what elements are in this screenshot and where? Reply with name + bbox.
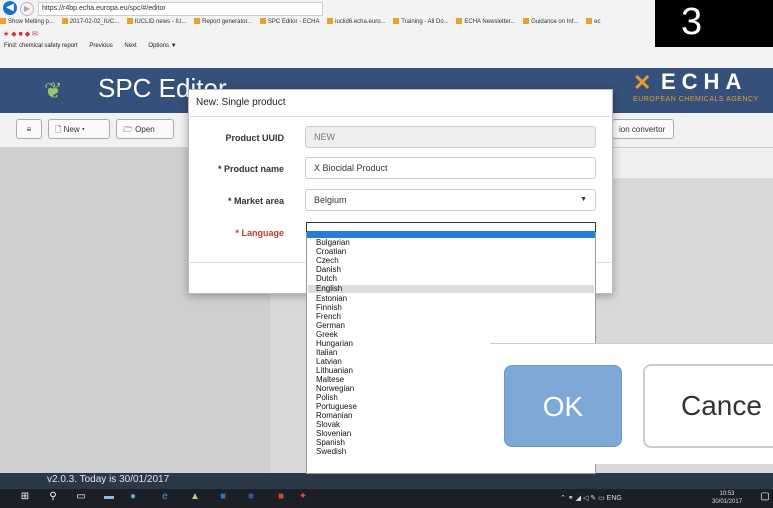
language-option[interactable]: Czech [308, 257, 594, 265]
language-option[interactable]: German [308, 322, 594, 330]
system-tray[interactable]: ⌃ ⚭ ◢ ◁ ✎ ▭ ENG [560, 489, 622, 508]
language-label: * Language [235, 228, 284, 238]
language-indicator[interactable]: ENG [607, 495, 622, 502]
pinned-app-icon[interactable]: ✦ [298, 491, 308, 503]
favorite-link[interactable]: Report generator... [194, 16, 252, 28]
new-button[interactable]: 🗋 New ▾ [48, 119, 110, 139]
echa-subtitle: EUROPEAN CHEMICALS AGENCY [633, 96, 759, 103]
folder-icon: 🗁 [123, 125, 136, 134]
market-area-label: * Market area [227, 196, 284, 206]
clock-date: 30/01/2017 [712, 499, 743, 505]
find-previous-button[interactable]: Previous [89, 43, 112, 49]
language-option[interactable]: Greek [308, 331, 594, 339]
language-option-selected[interactable]: English [308, 285, 594, 293]
tray-icons[interactable]: ⌃ ⚭ ◢ ◁ ✎ ▭ [560, 495, 607, 502]
language-option[interactable]: Croatian [308, 248, 594, 256]
step-number-badge: 3 [655, 0, 773, 47]
open-button[interactable]: 🗁 Open [116, 119, 174, 139]
language-option[interactable]: Danish [308, 266, 594, 274]
taskbar [0, 489, 773, 508]
find-next-button[interactable]: Next [124, 43, 136, 49]
uuid-label: Product UUID [225, 133, 285, 143]
app-icon[interactable]: ▲ [190, 491, 200, 503]
extension-icons[interactable]: ★ ◆ ■ ◆ ✉ [3, 30, 38, 38]
search-icon[interactable]: ⚲ [48, 491, 58, 503]
language-option-blank[interactable] [307, 231, 595, 238]
skype-icon[interactable]: ● [128, 491, 138, 503]
taskbar-clock[interactable]: 10:53 30/01/2017 [712, 490, 742, 506]
favorite-link[interactable]: ec [586, 16, 600, 28]
clock-time: 10:53 [719, 491, 735, 497]
address-bar[interactable]: https://r4bp.echa.europa.eu/spc/#/editor [38, 2, 323, 16]
language-option[interactable]: Bulgarian [308, 239, 594, 247]
menu-button[interactable]: ≡ [16, 119, 42, 139]
powerpoint-icon[interactable]: ■ [276, 491, 286, 503]
market-area-select[interactable]: Belgium ▼ [305, 189, 596, 211]
notification-icon[interactable]: ▢ [760, 491, 770, 503]
favorite-link[interactable]: ECHA Newsletter... [456, 16, 515, 28]
convertor-button[interactable]: ion convertor [612, 119, 674, 139]
outlook-icon[interactable]: ■ [218, 491, 228, 503]
ok-button[interactable]: OK [504, 365, 622, 447]
language-option[interactable]: French [308, 313, 594, 321]
dialog-divider [188, 116, 611, 117]
language-option[interactable]: Finnish [308, 304, 594, 312]
cancel-button[interactable]: Cance [643, 364, 773, 448]
task-view-icon[interactable]: ▭ [76, 491, 86, 503]
favorite-link[interactable]: SPC Editor - ECHA [259, 16, 320, 28]
favorite-link[interactable]: iuclid6.echa.euro... [327, 16, 386, 28]
favorite-link[interactable]: Show Melting p... [0, 16, 54, 28]
windows-start-icon[interactable]: ⊞ [20, 491, 30, 503]
favorite-link[interactable]: Guidance on Inf... [523, 16, 578, 28]
favorite-link[interactable]: IUCLID news - IU... [126, 16, 186, 28]
ie-browser-icon[interactable]: e [160, 491, 170, 503]
find-label[interactable]: Find: chemical safety report [4, 43, 78, 49]
word-icon[interactable]: ■ [246, 491, 256, 503]
product-name-input[interactable]: X Biocidal Product [305, 157, 596, 179]
explorer-icon[interactable]: ▬ [104, 491, 114, 503]
dialog-title: New: Single product [196, 97, 286, 108]
favorite-link[interactable]: 2017-02-02_IUC... [61, 16, 119, 28]
chevron-down-icon: ▼ [580, 196, 587, 203]
product-name-label: * Product name [217, 164, 284, 174]
uuid-field: NEW [305, 126, 596, 148]
echa-logo-icon: ✕ [633, 70, 652, 95]
language-option[interactable]: Dutch [308, 275, 594, 283]
forward-icon[interactable]: ▶ [20, 2, 34, 16]
echa-name: ECHA [661, 69, 748, 94]
market-area-value: Belgium [314, 195, 347, 205]
language-option[interactable]: Estonian [308, 295, 594, 303]
file-icon: 🗋 [55, 125, 64, 134]
find-options-button[interactable]: Options ▼ [148, 43, 176, 49]
back-icon[interactable]: ◀ [3, 1, 17, 15]
favorite-link[interactable]: Training - All Do... [393, 16, 449, 28]
leaf-logo-icon: ❦ [44, 78, 63, 103]
version-text: v2.0.3. Today is 30/01/2017 [47, 474, 170, 485]
